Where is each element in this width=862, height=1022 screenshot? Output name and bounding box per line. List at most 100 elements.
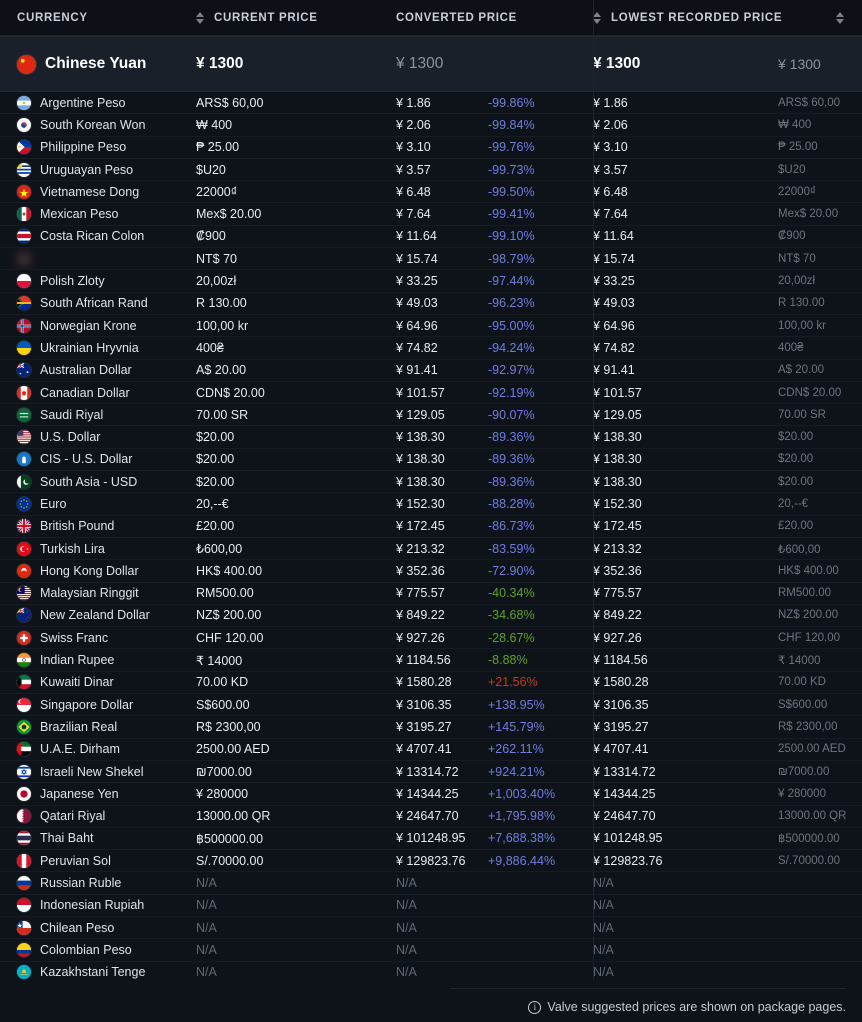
cell-local-price: ¥ 1300 (778, 37, 862, 91)
flag-th-icon (17, 831, 31, 846)
cell-converted-price: ¥ 74.82 (396, 337, 488, 358)
cell-converted-price: ¥ 2.06 (396, 114, 488, 135)
sort-arrows-icon[interactable] (196, 11, 205, 25)
currency-row[interactable]: Polish Zloty 20,00zł ¥ 33.25 -97.44% ¥ 33.25… (0, 270, 862, 293)
currency-row[interactable]: Mexican Peso Mex$ 20.00 ¥ 7.64 -99.41% ¥ 7.6… (0, 203, 862, 226)
converted-price-value: ¥ 11.64 (396, 229, 437, 244)
currency-row[interactable]: South Asia - USD $20.00 ¥ 138.30 -89.36% ¥ 1… (0, 471, 862, 494)
cell-current-price: 70.00 SR (196, 404, 396, 425)
cell-current-price: $20.00 (196, 449, 396, 470)
currency-row[interactable]: Turkish Lira ₺600,00 ¥ 213.32 -83.59% ¥ 213.… (0, 537, 862, 561)
cell-current-price: ARS$ 60,00 (196, 92, 396, 113)
cell-current-price: RM500.00 (196, 583, 396, 604)
currency-name: U.S. Dollar (40, 430, 101, 445)
currency-row[interactable]: Thai Baht ฿500000.00 ¥ 101248.95 +7,688.38%… (0, 827, 862, 851)
currency-row[interactable]: Japanese Yen ¥ 280000 ¥ 14344.25 +1,003.40%… (0, 783, 862, 806)
cell-current-price: Mex$ 20.00 (196, 203, 396, 224)
flag-ca-icon (17, 385, 31, 400)
current-price-value: 70.00 KD (196, 675, 249, 690)
currency-row[interactable]: Colombian Peso N/A N/A N/A (0, 939, 862, 962)
currency-row[interactable]: Euro 20,--€ ¥ 152.30 -88.28% ¥ 152.30 20,--€ (0, 493, 862, 516)
currency-name: Indian Rupee (40, 653, 115, 668)
currency-row[interactable]: Swiss Franc CHF 120.00 ¥ 927.26 -28.67% ¥ 92… (0, 627, 862, 650)
converted-price-value: ¥ 101.57 (396, 385, 445, 400)
price-difference-percent: +7,688.38% (488, 831, 556, 846)
converted-price-value: ¥ 1300 (396, 55, 444, 72)
currency-row[interactable]: Hong Kong Dollar HK$ 400.00 ¥ 352.36 -72.90… (0, 560, 862, 583)
currency-row[interactable]: Singapore Dollar S$600.00 ¥ 3106.35 +138.95… (0, 694, 862, 717)
column-header-local-price[interactable] (778, 0, 862, 35)
lowest-recorded-price-value: ¥ 24647.70 (593, 809, 656, 824)
currency-row[interactable]: Canadian Dollar CDN$ 20.00 ¥ 101.57 -92.19%… (0, 381, 862, 405)
current-price-value: 400₴ (196, 340, 224, 355)
currency-row[interactable]: Malaysian Ringgit RM500.00 ¥ 775.57 -40.34%… (0, 582, 862, 605)
currency-row[interactable]: Kuwaiti Dinar 70.00 KD ¥ 1580.28 +21.56% ¥ 1… (0, 671, 862, 695)
currency-row[interactable]: Peruvian Sol S/.70000.00 ¥ 129823.76 +9,886… (0, 850, 862, 873)
cell-currency: Chinese Yuan (0, 37, 196, 91)
currency-row[interactable]: Vietnamese Dong 22000₫ ¥ 6.48 -99.50% ¥ 6.48… (0, 181, 862, 204)
currency-row[interactable]: Israeli New Shekel ₪7000.00 ¥ 13314.72 +924… (0, 760, 862, 784)
cell-currency: Australian Dollar (0, 360, 196, 381)
currency-row[interactable]: Argentine Peso ARS$ 60,00 ¥ 1.86 -99.86% ¥ 1… (0, 92, 862, 115)
currency-row[interactable]: Uruguayan Peso $U20 ¥ 3.57 -99.73% ¥ 3.57 $U2… (0, 158, 862, 182)
column-header-converted-price[interactable]: CONVERTED PRICE (396, 0, 593, 35)
local-price-value: 2500.00 AED (778, 743, 846, 756)
column-header-lowest-recorded-price[interactable]: LOWEST RECORDED PRICE (593, 0, 782, 35)
cell-lowest-recorded-price: ¥ 3.57 (593, 159, 778, 180)
currency-name: Swiss Franc (40, 630, 109, 645)
currency-row[interactable]: NT$ 70 ¥ 15.74 -98.79% ¥ 15.74 NT$ 70 (0, 248, 862, 271)
converted-price-value: ¥ 64.96 (396, 318, 438, 333)
cell-currency: Chilean Peso (0, 917, 196, 938)
base-currency-row[interactable]: Chinese Yuan ¥ 1300 ¥ 1300 ¥ 1300 ¥ 1300 (0, 36, 862, 92)
cell-lowest-recorded-price: ¥ 3.10 (593, 137, 778, 158)
cell-local-price: R 130.00 (778, 293, 862, 314)
currency-row[interactable]: Brazilian Real R$ 2300,00 ¥ 3195.27 +145.79… (0, 716, 862, 739)
currency-row[interactable]: Russian Ruble N/A N/A N/A (0, 872, 862, 895)
lowest-recorded-price-value: ¥ 6.48 (593, 184, 628, 199)
column-header-currency[interactable]: CURRENCY (0, 0, 196, 35)
currency-row[interactable]: Costa Rican Colon ₡900 ¥ 11.64 -99.10% ¥ 11.… (0, 225, 862, 249)
price-difference-percent: +1,795.98% (488, 809, 556, 824)
info-icon: i (528, 1000, 542, 1014)
currency-name: Mexican Peso (40, 207, 119, 222)
column-header-current-price[interactable]: CURRENT PRICE (196, 0, 396, 35)
currency-row[interactable]: Qatari Riyal 13000.00 QR ¥ 24647.70 +1,795.… (0, 805, 862, 828)
lowest-recorded-price-value: ¥ 849.22 (593, 608, 642, 623)
cell-price-difference-percent (488, 872, 593, 893)
currency-row[interactable]: Kazakhstani Tenge N/A N/A N/A (0, 961, 862, 980)
local-price-value: ₪7000.00 (778, 765, 830, 778)
sort-arrows-icon[interactable] (593, 11, 602, 25)
local-price-value: 13000.00 QR (778, 810, 847, 823)
currency-row[interactable]: U.S. Dollar $20.00 ¥ 138.30 -89.36% ¥ 138.30… (0, 426, 862, 449)
currency-row[interactable]: South Korean Won ₩ 400 ¥ 2.06 -99.84% ¥ 2.06… (0, 114, 862, 137)
currency-row[interactable]: British Pound £20.00 ¥ 172.45 -86.73% ¥ 172.… (0, 515, 862, 538)
currency-row[interactable]: Australian Dollar A$ 20.00 ¥ 91.41 -92.97% ¥… (0, 359, 862, 382)
cell-currency: Canadian Dollar (0, 382, 196, 403)
currency-row[interactable]: Saudi Riyal 70.00 SR ¥ 129.05 -90.07% ¥ 129.… (0, 404, 862, 427)
current-price-value: 70.00 SR (196, 407, 249, 422)
converted-price-value: N/A (396, 920, 417, 935)
cell-price-difference-percent: +1,003.40% (488, 783, 593, 804)
currency-row[interactable]: Norwegian Krone 100,00 kr ¥ 64.96 -95.00% ¥ … (0, 314, 862, 338)
currency-row[interactable]: U.A.E. Dirham 2500.00 AED ¥ 4707.41 +262.11… (0, 738, 862, 761)
currency-row[interactable]: Chilean Peso N/A N/A N/A (0, 916, 862, 940)
currency-row[interactable]: Philippine Peso ₱ 25.00 ¥ 3.10 -99.76% ¥ 3.1… (0, 136, 862, 159)
converted-price-value: ¥ 129.05 (396, 407, 445, 422)
sort-arrows-icon[interactable] (836, 11, 845, 25)
currency-row[interactable]: South African Rand R 130.00 ¥ 49.03 -96.23%… (0, 292, 862, 315)
currency-row[interactable]: Indian Rupee ₹ 14000 ¥ 1184.56 -8.88% ¥ 1184… (0, 649, 862, 672)
cell-price-difference-percent: -99.73% (488, 159, 593, 180)
current-price-value: 20,00zł (196, 274, 237, 289)
currency-row[interactable]: New Zealand Dollar NZ$ 200.00 ¥ 849.22 -34.… (0, 604, 862, 628)
currency-row[interactable]: CIS - U.S. Dollar $20.00 ¥ 138.30 -89.36% ¥ … (0, 448, 862, 472)
cell-currency: South Asia - USD (0, 471, 196, 492)
currency-row[interactable]: Indonesian Rupiah N/A N/A N/A (0, 894, 862, 917)
currency-row[interactable]: Ukrainian Hryvnia 400₴ ¥ 74.82 -94.24% ¥ 74.… (0, 337, 862, 360)
price-difference-percent: -99.76% (488, 140, 535, 155)
flag-kr-icon (17, 117, 31, 132)
cell-price-difference-percent: -89.36% (488, 426, 593, 447)
cell-currency: South African Rand (0, 293, 196, 314)
cell-currency: Uruguayan Peso (0, 159, 196, 180)
converted-price-value: ¥ 15.74 (396, 251, 438, 266)
local-price-value: S$600.00 (778, 698, 828, 711)
